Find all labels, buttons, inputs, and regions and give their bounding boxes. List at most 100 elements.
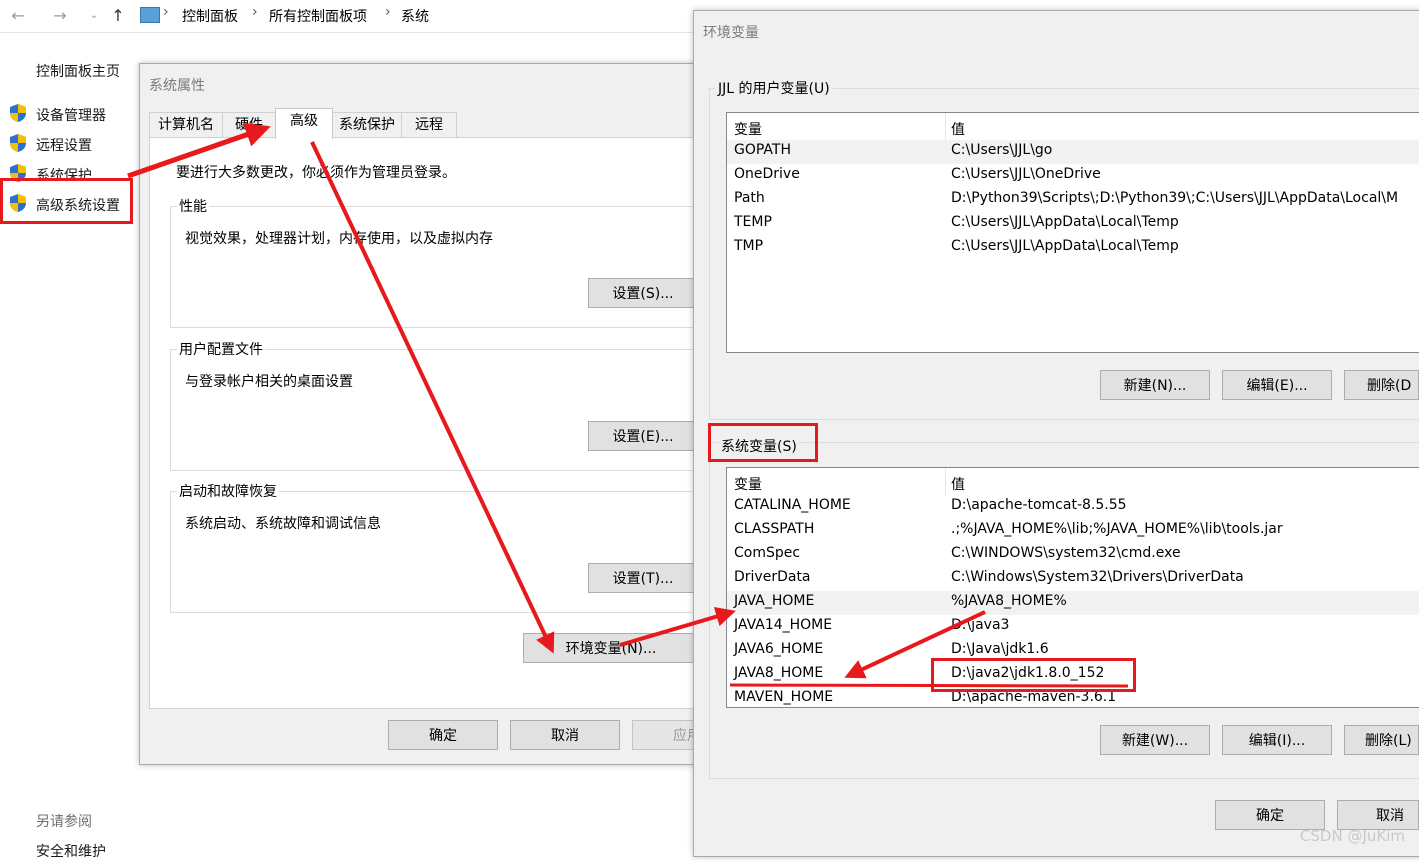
list-item[interactable]: DriverData C:\Windows\System32\Drivers\Dr… bbox=[727, 567, 1419, 591]
user-edit-button[interactable]: 编辑(E)... bbox=[1222, 370, 1332, 400]
column-header-variable[interactable]: 变量 bbox=[734, 119, 762, 139]
tab-hardware[interactable]: 硬件 bbox=[222, 112, 276, 137]
variable-name: OneDrive bbox=[734, 166, 800, 182]
variable-value: C:\Users\JJL\OneDrive bbox=[951, 166, 1101, 182]
watermark: CSDN @JuKim bbox=[1299, 827, 1405, 845]
system-edit-button[interactable]: 编辑(I)... bbox=[1222, 725, 1332, 755]
admin-notice: 要进行大多数更改，你必须作为管理员登录。 bbox=[176, 165, 456, 181]
list-item[interactable]: JAVA14_HOME D:\java3 bbox=[727, 615, 1419, 639]
group-description: 系统启动、系统故障和调试信息 bbox=[185, 516, 381, 532]
column-header-value[interactable]: 值 bbox=[951, 474, 965, 494]
variable-value: C:\Users\JJL\AppData\Local\Temp bbox=[951, 214, 1179, 230]
list-item[interactable]: CATALINA_HOME D:\apache-tomcat-8.5.55 bbox=[727, 495, 1419, 519]
column-header-value[interactable]: 值 bbox=[951, 119, 965, 139]
column-divider[interactable] bbox=[945, 468, 946, 496]
profiles-settings-button[interactable]: 设置(E)... bbox=[588, 421, 698, 451]
list-item[interactable]: JAVA_HOME %JAVA8_HOME% bbox=[727, 591, 1419, 615]
group-description: 与登录帐户相关的桌面设置 bbox=[185, 374, 353, 390]
variable-name: CATALINA_HOME bbox=[734, 497, 851, 513]
remote-settings-link[interactable]: 远程设置 bbox=[36, 135, 92, 155]
system-protection-link[interactable]: 系统保护 bbox=[36, 165, 92, 185]
performance-group: 性能 视觉效果，处理器计划，内存使用，以及虚拟内存 bbox=[170, 196, 712, 328]
advanced-tab-panel: 要进行大多数更改，你必须作为管理员登录。 性能 视觉效果，处理器计划，内存使用，… bbox=[149, 137, 712, 709]
list-header: 变量 值 bbox=[727, 468, 1419, 496]
system-variables-group-title: 系统变量(S) bbox=[719, 436, 799, 456]
variable-name: JAVA_HOME bbox=[734, 593, 815, 609]
dialog-title: 系统属性 bbox=[149, 78, 205, 94]
security-maintenance-link[interactable]: 安全和维护 bbox=[36, 841, 106, 861]
system-delete-button[interactable]: 删除(L) bbox=[1344, 725, 1419, 755]
variable-value: D:\java3 bbox=[951, 617, 1010, 633]
variable-value: C:\Windows\System32\Drivers\DriverData bbox=[951, 569, 1244, 585]
list-header: 变量 值 bbox=[727, 113, 1419, 141]
user-profiles-group: 用户配置文件 与登录帐户相关的桌面设置 bbox=[170, 339, 712, 471]
variable-value: C:\WINDOWS\system32\cmd.exe bbox=[951, 545, 1181, 561]
variable-name: CLASSPATH bbox=[734, 521, 815, 537]
list-item[interactable]: TMP C:\Users\JJL\AppData\Local\Temp bbox=[727, 236, 1419, 260]
variable-name: TMP bbox=[734, 238, 764, 254]
startup-settings-button[interactable]: 设置(T)... bbox=[588, 563, 698, 593]
system-new-button[interactable]: 新建(W)... bbox=[1100, 725, 1210, 755]
tab-remote[interactable]: 远程 bbox=[401, 112, 457, 137]
variable-name: JAVA8_HOME bbox=[734, 665, 824, 681]
forward-arrow-icon[interactable]: → bbox=[50, 6, 70, 25]
recent-chevron-icon[interactable]: ⌄ bbox=[84, 10, 104, 21]
column-header-variable[interactable]: 变量 bbox=[734, 474, 762, 494]
tab-advanced[interactable]: 高级 bbox=[275, 108, 333, 139]
performance-settings-button[interactable]: 设置(S)... bbox=[588, 278, 698, 308]
list-item[interactable]: Path D:\Python39\Scripts\;D:\Python39\;C:… bbox=[727, 188, 1419, 212]
variable-name: DriverData bbox=[734, 569, 811, 585]
up-arrow-icon[interactable]: ↑ bbox=[108, 6, 128, 25]
chevron-right-icon: › bbox=[163, 4, 169, 20]
variable-value: C:\Users\JJL\AppData\Local\Temp bbox=[951, 238, 1179, 254]
environment-variables-button[interactable]: 环境变量(N)... bbox=[523, 633, 699, 663]
control-panel-home-link[interactable]: 控制面板主页 bbox=[36, 61, 120, 81]
variable-name: TEMP bbox=[734, 214, 772, 230]
variable-value: C:\Users\JJL\go bbox=[951, 142, 1053, 158]
group-title: JJL 的用户变量(U) bbox=[715, 78, 833, 98]
shield-icon bbox=[10, 194, 26, 212]
system-variables-list[interactable]: 变量 值 CATALINA_HOME D:\apache-tomcat-8.5.5… bbox=[726, 467, 1419, 708]
list-item[interactable]: MAVEN_HOME D:\apache-maven-3.6.1 bbox=[727, 687, 1419, 707]
tab-computer-name[interactable]: 计算机名 bbox=[149, 112, 223, 137]
variable-name: MAVEN_HOME bbox=[734, 689, 834, 705]
breadcrumb-control-panel[interactable]: 控制面板 bbox=[182, 6, 238, 26]
chevron-right-icon: › bbox=[252, 4, 258, 20]
variable-value: D:\Java\jdk1.6 bbox=[951, 641, 1049, 657]
variable-value: .;%JAVA_HOME%\lib;%JAVA_HOME%\lib\tools.… bbox=[951, 521, 1283, 537]
control-panel-icon bbox=[140, 7, 160, 23]
variable-name: Path bbox=[734, 190, 765, 206]
startup-recovery-group: 启动和故障恢复 系统启动、系统故障和调试信息 bbox=[170, 481, 712, 613]
breadcrumb-all-items[interactable]: 所有控制面板项 bbox=[269, 6, 367, 26]
user-delete-button[interactable]: 删除(D bbox=[1344, 370, 1419, 400]
column-divider[interactable] bbox=[945, 113, 946, 141]
list-item[interactable]: TEMP C:\Users\JJL\AppData\Local\Temp bbox=[727, 212, 1419, 236]
group-description: 视觉效果，处理器计划，内存使用，以及虚拟内存 bbox=[185, 231, 493, 247]
variable-name: JAVA14_HOME bbox=[734, 617, 833, 633]
back-arrow-icon[interactable]: ← bbox=[8, 6, 28, 25]
user-variables-list[interactable]: 变量 值 GOPATH C:\Users\JJL\go OneDrive C:\Us… bbox=[726, 112, 1419, 353]
env-ok-button[interactable]: 确定 bbox=[1215, 800, 1325, 830]
shield-icon bbox=[10, 104, 26, 122]
device-manager-link[interactable]: 设备管理器 bbox=[36, 105, 106, 125]
variable-name: GOPATH bbox=[734, 142, 791, 158]
system-cancel-button[interactable]: 取消 bbox=[510, 720, 620, 750]
left-nav-panel: 控制面板主页 设备管理器 远程设置 系统保护 高级系统设置 另请参阅 安全和维护 bbox=[0, 33, 138, 860]
user-new-button[interactable]: 新建(N)... bbox=[1100, 370, 1210, 400]
list-item[interactable]: ComSpec C:\WINDOWS\system32\cmd.exe bbox=[727, 543, 1419, 567]
advanced-system-settings-link[interactable]: 高级系统设置 bbox=[36, 195, 120, 215]
variable-value: %JAVA8_HOME% bbox=[951, 593, 1067, 609]
list-item[interactable]: JAVA6_HOME D:\Java\jdk1.6 bbox=[727, 639, 1419, 663]
list-item[interactable]: CLASSPATH .;%JAVA_HOME%\lib;%JAVA_HOME%\l… bbox=[727, 519, 1419, 543]
list-item[interactable]: OneDrive C:\Users\JJL\OneDrive bbox=[727, 164, 1419, 188]
list-item[interactable]: JAVA8_HOME D:\java2\jdk1.8.0_152 bbox=[727, 663, 1419, 687]
breadcrumb-system[interactable]: 系统 bbox=[401, 6, 429, 26]
list-item[interactable]: GOPATH C:\Users\JJL\go bbox=[727, 140, 1419, 164]
variable-value: D:\apache-maven-3.6.1 bbox=[951, 689, 1117, 705]
system-ok-button[interactable]: 确定 bbox=[388, 720, 498, 750]
shield-icon bbox=[10, 134, 26, 152]
see-also-heading: 另请参阅 bbox=[36, 814, 92, 830]
tab-system-protection[interactable]: 系统保护 bbox=[332, 112, 402, 137]
env-cancel-button[interactable]: 取消 bbox=[1337, 800, 1419, 830]
dialog-title: 环境变量 bbox=[703, 25, 759, 41]
